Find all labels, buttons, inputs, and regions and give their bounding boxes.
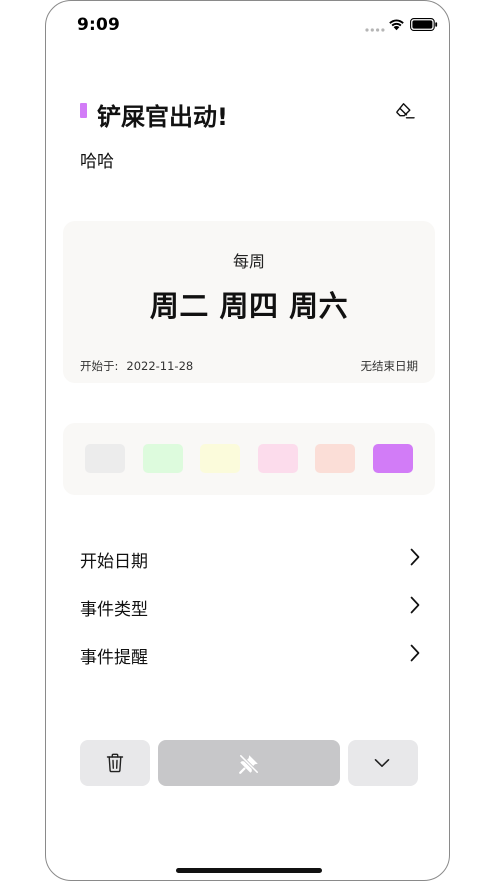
pin-button[interactable] (158, 740, 340, 786)
color-picker (63, 423, 435, 495)
wifi-icon (389, 19, 404, 31)
home-indicator[interactable] (176, 868, 322, 873)
action-bar (80, 740, 420, 786)
status-bar: 9:09 (46, 1, 449, 51)
repeat-end: 无结束日期 (360, 359, 419, 373)
chevron-right-icon (410, 644, 420, 662)
status-time: 9:09 (77, 15, 121, 35)
repeat-frequency: 每周 (232, 252, 265, 271)
menu-item-label: 开始日期 (80, 552, 148, 572)
menu-item-label: 事件提醒 (80, 648, 148, 668)
expand-button[interactable] (348, 740, 418, 786)
color-swatch-green[interactable] (143, 444, 183, 473)
menu-item-event-reminder[interactable]: 事件提醒 (80, 636, 420, 672)
chevron-down-icon (374, 759, 390, 767)
color-swatch-purple[interactable] (373, 444, 413, 473)
menu-item-start-date[interactable]: 开始日期 (80, 540, 420, 576)
repeat-days: 周二 周四 周六 (149, 289, 349, 323)
color-swatch-pink[interactable] (258, 444, 298, 473)
phone-screen: 9:09 铲屎官出动! 哈哈 每周 周二 周四 周六 开始于: 2022-11-… (45, 0, 450, 881)
color-swatch-yellow[interactable] (200, 444, 240, 473)
repeat-start-label: 开始于: (80, 359, 119, 373)
menu-item-event-type[interactable]: 事件类型 (80, 588, 420, 624)
trash-icon (106, 753, 124, 773)
event-title-row: 铲屎官出动! (80, 97, 420, 131)
color-swatch-gray[interactable] (85, 444, 125, 473)
event-title: 铲屎官出动! (97, 103, 228, 131)
menu-item-label: 事件类型 (80, 600, 148, 620)
delete-button[interactable] (80, 740, 150, 786)
pin-off-icon (238, 753, 260, 775)
color-swatch-peach[interactable] (315, 444, 355, 473)
cellular-signal-icon (365, 28, 385, 32)
chevron-right-icon (410, 548, 420, 566)
repeat-start: 开始于: 2022-11-28 (80, 358, 193, 374)
repeat-schedule-card[interactable]: 每周 周二 周四 周六 开始于: 2022-11-28 无结束日期 (63, 221, 435, 383)
repeat-start-date: 2022-11-28 (126, 359, 194, 373)
chevron-right-icon (410, 596, 420, 614)
event-note: 哈哈 (80, 152, 114, 172)
event-color-marker (80, 103, 87, 118)
battery-icon (410, 18, 438, 31)
eraser-icon[interactable] (394, 101, 416, 121)
